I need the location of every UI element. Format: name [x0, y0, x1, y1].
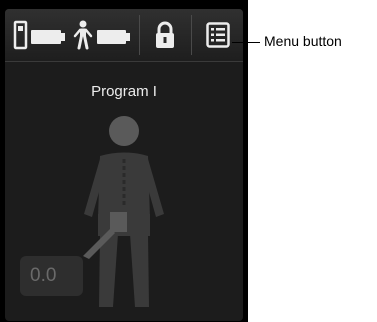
amplitude-display: 0.0 [20, 256, 83, 296]
remote-screen: Program I 0.0 [5, 9, 243, 321]
implant-stimulator [110, 212, 127, 232]
callout-line [232, 42, 260, 43]
remote-control-device: Program I 0.0 [0, 0, 248, 322]
figure-head [109, 116, 139, 146]
menu-button-callout: Menu button [264, 33, 342, 49]
